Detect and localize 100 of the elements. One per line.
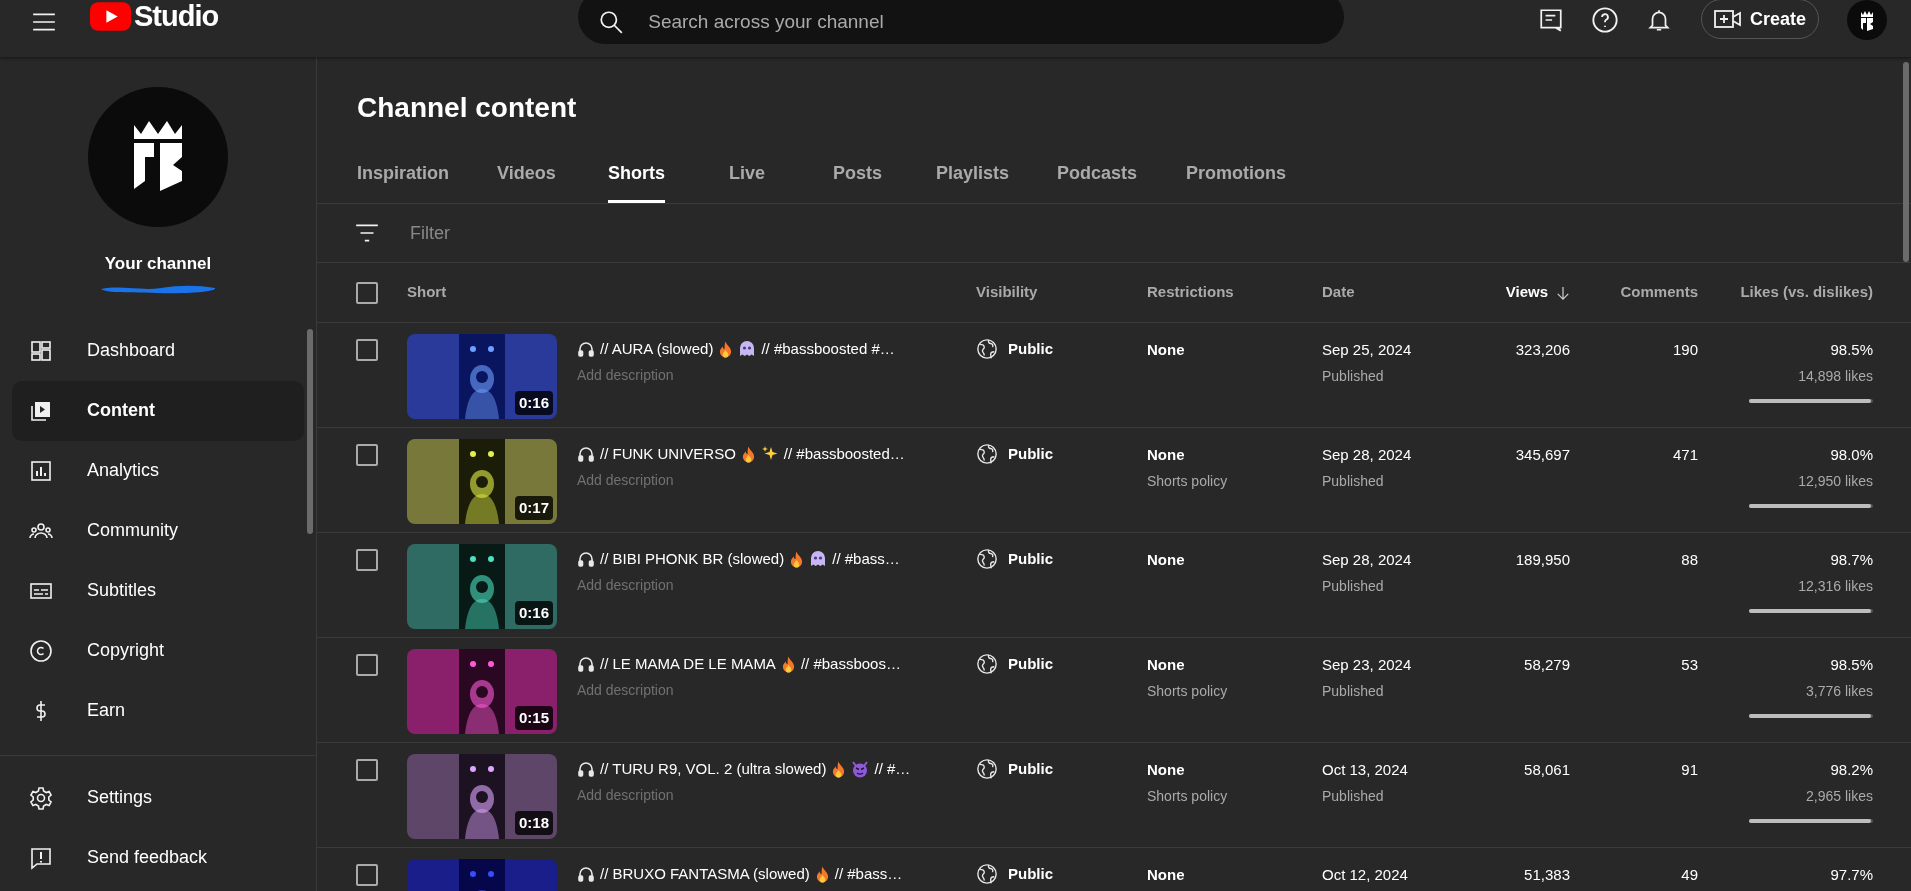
date-cell-text: Sep 28, 2024 xyxy=(1322,550,1413,570)
date-cell-text: Sep 23, 2024 xyxy=(1322,655,1413,675)
column-header[interactable]: Date xyxy=(1322,281,1355,304)
column-header[interactable]: Comments xyxy=(1620,281,1698,304)
likes-percent: 98.5% xyxy=(1830,655,1873,675)
status-label: Published xyxy=(1322,366,1385,386)
bar-chart-icon xyxy=(29,458,53,483)
restriction-label: None xyxy=(1147,340,1186,360)
globe-icon xyxy=(976,338,998,361)
sidebar-item[interactable]: Content xyxy=(12,380,304,441)
add-video-icon xyxy=(1713,9,1742,29)
sidebar-item[interactable]: Copyright xyxy=(12,620,304,681)
column-header[interactable]: Views xyxy=(1505,281,1570,304)
channel-avatar[interactable] xyxy=(88,87,228,227)
likes-count: 2,965 likes xyxy=(1806,786,1873,806)
globe-icon xyxy=(976,758,998,781)
checkbox[interactable] xyxy=(356,444,378,466)
headphones-icon xyxy=(577,340,595,359)
video-title[interactable]: // #bassboos… xyxy=(800,653,901,676)
comments-cell-text: 88 xyxy=(1681,550,1698,570)
video-title[interactable]: // #bass… xyxy=(832,548,900,571)
tab[interactable]: Inspiration xyxy=(357,147,449,203)
video-title[interactable]: // #bassboosted #… xyxy=(761,338,895,361)
views-cell-text: 58,279 xyxy=(1524,655,1570,675)
video-title[interactable]: // #… xyxy=(874,758,911,781)
checkbox[interactable] xyxy=(356,549,378,571)
restriction-note: Shorts policy xyxy=(1147,786,1229,806)
checkbox[interactable] xyxy=(356,759,378,781)
video-title[interactable]: // TURU R9, VOL. 2 (ultra slowed) xyxy=(600,758,827,781)
views-cell-text: 323,206 xyxy=(1515,340,1570,360)
restriction-label: None xyxy=(1147,655,1186,675)
visibility-label: Public xyxy=(1008,654,1053,674)
checkbox[interactable] xyxy=(356,654,378,676)
sidebar-item[interactable]: Settings xyxy=(12,767,304,828)
globe-icon xyxy=(976,653,998,676)
video-title[interactable]: // #bassboosted… xyxy=(783,443,905,466)
column-header[interactable]: Likes (vs. dislikes) xyxy=(1740,281,1873,304)
likes-count: 3,776 likes xyxy=(1806,681,1873,701)
views-cell-text: 189,950 xyxy=(1515,550,1570,570)
tab[interactable]: Posts xyxy=(833,147,883,203)
avatar[interactable] xyxy=(1847,0,1887,40)
tab[interactable]: Playlists xyxy=(936,147,1010,203)
filter-field[interactable]: Filter xyxy=(410,219,810,247)
sidebar-item[interactable]: Community xyxy=(12,500,304,561)
column-header[interactable]: Short xyxy=(407,281,447,304)
tab[interactable]: Promotions xyxy=(1186,147,1286,203)
likes-percent: 98.0% xyxy=(1830,445,1873,465)
comments-cell-text: 49 xyxy=(1681,865,1698,885)
likes-percent: 98.5% xyxy=(1830,340,1873,360)
page-title: Channel content xyxy=(357,91,578,125)
restriction-note: Shorts policy xyxy=(1147,471,1229,491)
column-header[interactable]: Visibility xyxy=(976,281,1038,304)
globe-icon xyxy=(976,863,998,886)
status-label: Published xyxy=(1322,471,1385,491)
sidebar-item[interactable]: Analytics xyxy=(12,440,304,501)
video-title[interactable]: // AURA (slowed) xyxy=(600,338,714,361)
visibility-label: Public xyxy=(1008,864,1053,884)
video-title[interactable]: // FUNK UNIVERSO xyxy=(600,443,736,466)
headphones-icon xyxy=(577,445,595,464)
tab[interactable]: Live xyxy=(729,147,766,203)
views-cell-text: 58,061 xyxy=(1524,760,1570,780)
scrollbar-thumb[interactable] xyxy=(307,329,313,534)
visibility-label: Public xyxy=(1008,759,1053,779)
likes-count: 12,316 likes xyxy=(1798,576,1873,596)
sidebar-item[interactable]: Dashboard xyxy=(12,320,304,381)
flame-icon xyxy=(740,445,756,464)
checkbox[interactable] xyxy=(356,339,378,361)
video-title[interactable]: // LE MAMA DE LE MAMA xyxy=(600,653,776,676)
checkbox[interactable] xyxy=(356,281,378,304)
likes-percent: 97.7% xyxy=(1830,865,1873,885)
restriction-label: None xyxy=(1147,445,1186,465)
search-icon xyxy=(598,9,625,35)
tab[interactable]: Podcasts xyxy=(1057,147,1138,203)
video-title[interactable]: // #bass… xyxy=(834,863,903,886)
video-title[interactable]: // BIBI PHONK BR (slowed) xyxy=(600,548,785,571)
date-cell-text: Sep 25, 2024 xyxy=(1322,340,1413,360)
video-title[interactable]: // BRUXO FANTASMA (slowed) xyxy=(600,863,810,886)
checkbox[interactable] xyxy=(356,864,378,886)
headphones-icon xyxy=(577,865,595,884)
column-header[interactable]: Restrictions xyxy=(1147,281,1234,304)
sidebar-item[interactable]: Send feedback xyxy=(12,827,304,888)
tab[interactable]: Videos xyxy=(497,147,556,203)
flame-icon xyxy=(789,550,805,569)
sidebar-item[interactable]: Subtitles xyxy=(12,560,304,621)
tab[interactable]: Shorts xyxy=(608,147,665,203)
globe-icon xyxy=(976,443,998,466)
restriction-label: None xyxy=(1147,865,1186,885)
help-icon xyxy=(1590,6,1619,34)
headphones-icon xyxy=(577,655,595,674)
search-field[interactable]: Search across your channel xyxy=(578,0,1345,44)
flame-icon xyxy=(780,655,796,674)
comments-cell-text: 53 xyxy=(1681,655,1698,675)
date-cell-text: Sep 28, 2024 xyxy=(1322,445,1413,465)
channel-label: Your channel xyxy=(103,253,213,275)
scrollbar-thumb[interactable] xyxy=(1903,62,1909,262)
flame-icon xyxy=(814,865,830,884)
sidebar-item[interactable]: Earn xyxy=(12,680,304,741)
comments-cell-text: 471 xyxy=(1672,445,1698,465)
flame-icon xyxy=(718,340,734,359)
likes-count: 14,898 likes xyxy=(1798,366,1873,386)
